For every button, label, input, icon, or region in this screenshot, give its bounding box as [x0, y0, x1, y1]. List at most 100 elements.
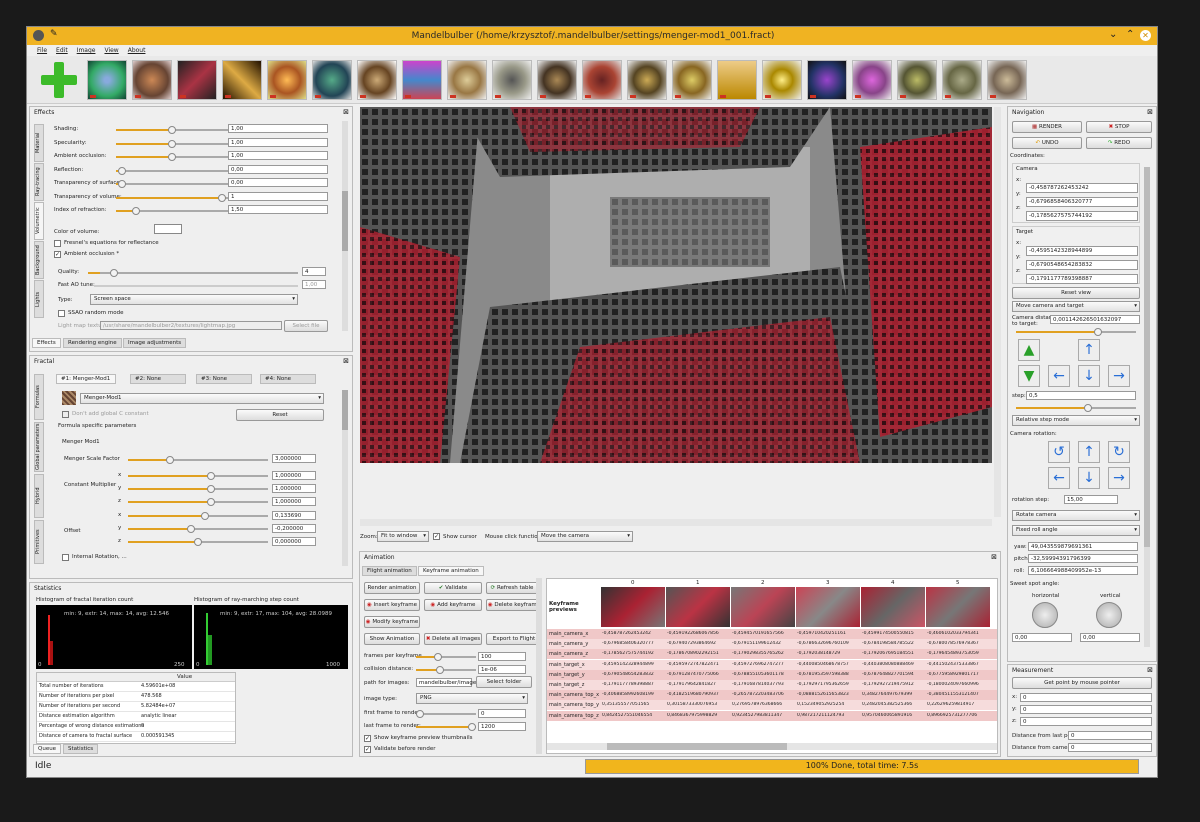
rotation-step-input[interactable]: 15,00: [1064, 495, 1118, 504]
roll-mode-combo[interactable]: Fixed roll angle: [1012, 525, 1140, 536]
navigation-scrollbar[interactable]: [1144, 167, 1150, 647]
internal-rotation-checkbox[interactable]: [62, 554, 69, 561]
keyframe-cell[interactable]: 0,3015873330076953: [667, 702, 730, 707]
effect-spinbox[interactable]: 1,00: [228, 124, 328, 133]
keyframe-cell[interactable]: -0,1800024097660996: [927, 682, 990, 687]
preset-thumbnail[interactable]: [762, 60, 802, 100]
select-file-button[interactable]: Select file: [284, 320, 328, 332]
dock-close-icon[interactable]: ⊠: [1147, 108, 1153, 116]
export-to-flight-button[interactable]: Export to Flight: [486, 633, 542, 645]
viewport-vscrollbar[interactable]: [994, 107, 1001, 517]
refresh-table-button[interactable]: ⟳ Refresh table: [486, 582, 538, 594]
effect-spinbox[interactable]: 0,00: [228, 164, 328, 174]
preset-thumbnail[interactable]: [357, 60, 397, 100]
keyframe-cell[interactable]: 0,8966925731277706: [927, 713, 990, 718]
keyframe-cell[interactable]: -0,0888152615653823: [797, 692, 860, 697]
keyframe-thumbnail[interactable]: [926, 587, 990, 627]
close-icon[interactable]: ✕: [1140, 30, 1151, 41]
menu-edit[interactable]: Edit: [56, 47, 68, 54]
tab-flight-animation[interactable]: Flight animation: [362, 566, 417, 576]
keyframe-cell[interactable]: -0,4068858992608199: [602, 692, 665, 697]
first-frame-slider[interactable]: [416, 710, 476, 718]
keyframe-cell[interactable]: 0,226296259814917: [927, 702, 990, 707]
keyframe-cell[interactable]: -0,4591922686067856: [667, 631, 730, 636]
param-spinbox[interactable]: 1,000000: [272, 471, 316, 480]
effect-slider[interactable]: [116, 166, 228, 175]
preset-thumbnail[interactable]: [447, 60, 487, 100]
dock-close-icon[interactable]: ⊠: [991, 553, 997, 561]
modify-keyframe-button[interactable]: ◉ Modify keyframe: [364, 616, 420, 628]
validate-button[interactable]: ✔ Validate: [424, 582, 482, 594]
tab-lights[interactable]: Lights: [34, 280, 44, 318]
yaw-input[interactable]: 49,04355987969136​1: [1028, 542, 1138, 551]
preset-thumbnail[interactable]: [672, 60, 712, 100]
preset-thumbnail[interactable]: [582, 60, 622, 100]
path-for-images-input[interactable]: mandelbulber/images/: [416, 678, 481, 687]
tab-keyframe-animation[interactable]: Keyframe animation: [418, 566, 484, 576]
preset-thumbnail[interactable]: [897, 60, 937, 100]
keyframe-thumbnail[interactable]: [861, 587, 925, 627]
effect-spinbox[interactable]: 1,00: [228, 137, 328, 147]
keyframe-cell[interactable]: -0,179179642841827: [667, 682, 730, 687]
viewport-hscrollbar[interactable]: [360, 519, 992, 526]
collision-distance-spinbox[interactable]: 1e-06: [478, 665, 526, 674]
move-mode-combo[interactable]: Move camera and target: [1012, 301, 1140, 312]
preset-thumbnail[interactable]: [402, 60, 442, 100]
keyframe-cell[interactable]: -0,1791177789398887: [602, 682, 665, 687]
keyframe-thumbnail[interactable]: [796, 587, 860, 627]
select-folder-button[interactable]: Select folder: [476, 676, 532, 688]
preset-thumbnail[interactable]: [222, 60, 262, 100]
keyframe-cell[interactable]: 0,8468367975998829: [667, 713, 730, 718]
undo-button[interactable]: ↶ UNDO: [1012, 137, 1082, 149]
dock-close-icon[interactable]: ⊠: [343, 108, 349, 116]
preset-thumbnail[interactable]: [87, 60, 127, 100]
step-mode-combo[interactable]: Relative step mode: [1012, 415, 1140, 426]
fast-ao-slider[interactable]: [94, 285, 298, 287]
tab-formulas[interactable]: Formulas: [34, 374, 44, 420]
keyframe-cell[interactable]: -0,458787262453242: [602, 631, 665, 636]
keyframe-cell[interactable]: -0,679407293864692: [667, 641, 730, 646]
keyframe-cell[interactable]: -0,459710420251161: [797, 631, 860, 636]
effect-slider[interactable]: [116, 193, 228, 202]
menger-scale-slider[interactable]: [128, 456, 268, 464]
tab-global-parameters[interactable]: Global parameters: [34, 422, 44, 472]
ao-type-combo[interactable]: Screen space: [90, 294, 298, 305]
rotate-mode-combo[interactable]: Rotate camera: [1012, 510, 1140, 521]
render-animation-button[interactable]: Render animation: [364, 582, 420, 594]
insert-keyframe-button[interactable]: ◉ Insert keyframe: [364, 599, 420, 611]
fast-ao-spinbox[interactable]: 1,00: [302, 280, 326, 289]
measure-input[interactable]: 0: [1020, 717, 1152, 726]
keyframe-cell[interactable]: -0,6775958929801717: [927, 672, 990, 677]
keyframe-cell[interactable]: -0,4599174500550815: [862, 631, 925, 636]
ambient-occlusion-checkbox[interactable]: ✓: [54, 251, 61, 258]
keyframe-cell[interactable]: -0,6780078576978367: [927, 641, 990, 646]
param-spinbox[interactable]: 1,000000: [272, 497, 316, 506]
menu-about[interactable]: About: [128, 47, 146, 54]
frames-per-keyframe-slider[interactable]: [416, 653, 476, 661]
param-spinbox[interactable]: 0,000000: [272, 537, 316, 546]
menu-image[interactable]: Image: [77, 47, 96, 54]
dock-close-icon[interactable]: ⊠: [343, 357, 349, 365]
coordinate-input[interactable]: -0,1785627575744192: [1026, 211, 1138, 221]
tab-background[interactable]: Background: [34, 241, 44, 279]
keyframe-cell[interactable]: -0,1785627575744192: [602, 651, 665, 656]
preset-thumbnail[interactable]: [807, 60, 847, 100]
preset-thumbnail[interactable]: [852, 60, 892, 100]
tab-primitives[interactable]: Primitives: [34, 520, 44, 564]
keyframe-cell[interactable]: -0,1791687814037793: [732, 682, 795, 687]
move-backward-icon[interactable]: ▼: [1018, 365, 1040, 387]
move-up-icon[interactable]: ↑: [1078, 339, 1100, 361]
move-left-icon[interactable]: ←: [1048, 365, 1070, 387]
move-down-icon[interactable]: ↓: [1078, 365, 1100, 387]
keyframe-cell[interactable]: -0,6787648827701594: [862, 672, 925, 677]
step-input[interactable]: 0,5: [1026, 391, 1136, 400]
zoom-combo[interactable]: Fit to window: [377, 531, 429, 542]
measure-input[interactable]: 0: [1020, 693, 1152, 702]
keyframe-cell[interactable]: 0,8424527551046554: [602, 713, 665, 718]
quality-spinbox[interactable]: 4: [302, 267, 326, 276]
show-animation-button[interactable]: Show Animation: [364, 633, 420, 645]
reset-formula-button[interactable]: Reset: [236, 409, 324, 421]
param-slider[interactable]: [128, 512, 268, 520]
preset-thumbnail[interactable]: [132, 60, 172, 100]
keyframe-cell[interactable]: -0,4606102033794341: [927, 631, 990, 636]
